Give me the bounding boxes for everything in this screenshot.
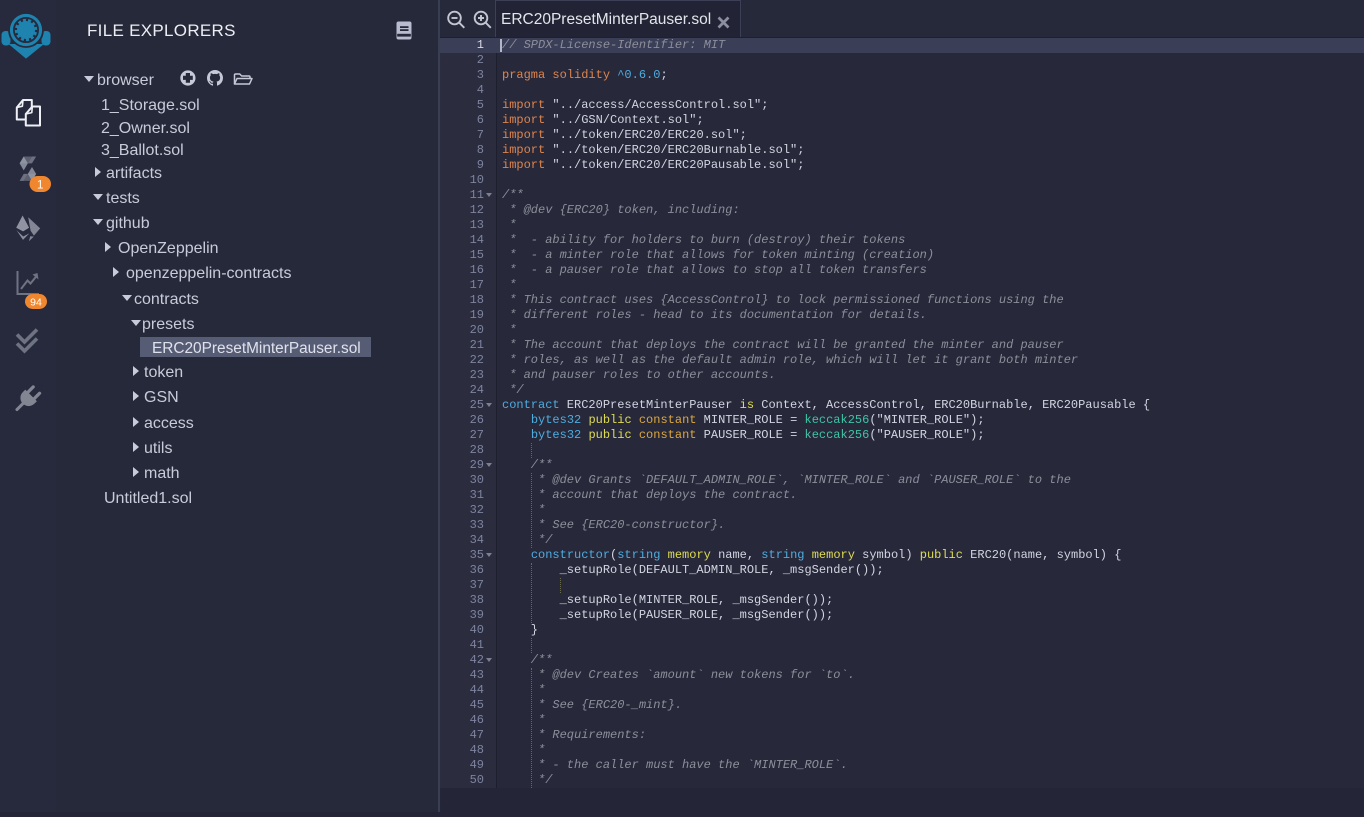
svg-text:94: 94 <box>30 297 42 309</box>
svg-text:1: 1 <box>37 180 43 192</box>
